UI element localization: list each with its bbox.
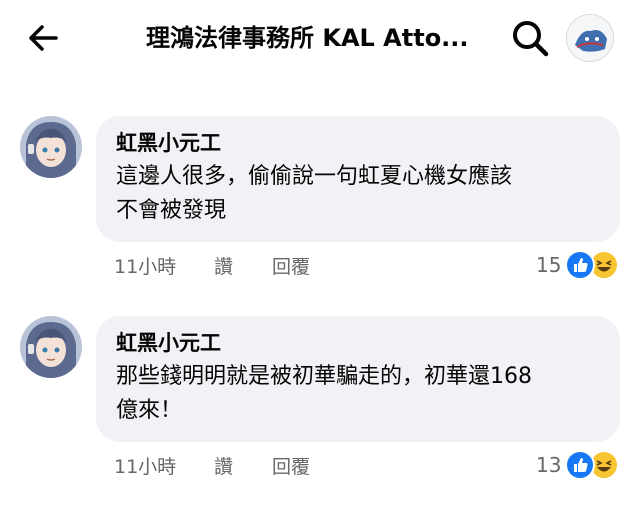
like-icon — [565, 250, 596, 280]
like-button[interactable]: 讚 — [214, 454, 272, 480]
page-title: 理鴻法律事務所 KAL Atto... — [146, 24, 469, 52]
back-button[interactable] — [22, 18, 66, 58]
reaction-summary[interactable]: 15 — [536, 250, 620, 280]
comment-text: 這邊人很多，偷偷說一句虹夏心機女應該 不會被發現 — [116, 160, 600, 228]
search-button[interactable] — [508, 16, 552, 60]
back-arrow-icon — [29, 25, 58, 51]
comment-time: 11小時 — [114, 256, 177, 278]
reply-button[interactable]: 回覆 — [272, 454, 342, 480]
like-button[interactable]: 讚 — [214, 254, 272, 280]
profile-picture-icon — [567, 15, 613, 61]
comment-text-line: 這邊人很多，偷偷說一句虹夏心機女應該 — [116, 164, 513, 189]
reply-button[interactable]: 回覆 — [272, 254, 342, 280]
profile-avatar[interactable] — [566, 14, 614, 62]
anime-avatar-icon — [20, 316, 82, 378]
comment-time: 11小時 — [114, 456, 177, 478]
commenter-avatar[interactable] — [20, 316, 82, 378]
search-icon — [513, 21, 549, 57]
anime-avatar-icon — [20, 116, 82, 178]
comment-actions: 11小時 讚 回覆 — [114, 454, 342, 480]
top-bar: 理鴻法律事務所 KAL Atto... — [0, 0, 640, 80]
comment-bubble: 虹黑小元工 這邊人很多，偷偷說一句虹夏心機女應該 不會被發現 — [96, 116, 620, 242]
like-icon — [565, 450, 596, 480]
comment-text: 那些錢明明就是被初華騙走的，初華還168 億來！ — [116, 360, 600, 428]
comment-author[interactable]: 虹黑小元工 — [116, 128, 600, 158]
comment-bubble: 虹黑小元工 那些錢明明就是被初華騙走的，初華還168 億來！ — [96, 316, 620, 442]
reaction-count: 15 — [536, 253, 562, 277]
comment-author[interactable]: 虹黑小元工 — [116, 328, 600, 358]
comment-text-line: 億來！ — [116, 398, 183, 423]
commenter-avatar[interactable] — [20, 116, 82, 178]
comment-text-line: 那些錢明明就是被初華騙走的，初華還168 — [116, 364, 532, 389]
comment-text-line: 不會被發現 — [116, 198, 227, 223]
reaction-count: 13 — [536, 453, 562, 477]
reaction-summary[interactable]: 13 — [536, 450, 620, 480]
comment-actions: 11小時 讚 回覆 — [114, 254, 342, 280]
